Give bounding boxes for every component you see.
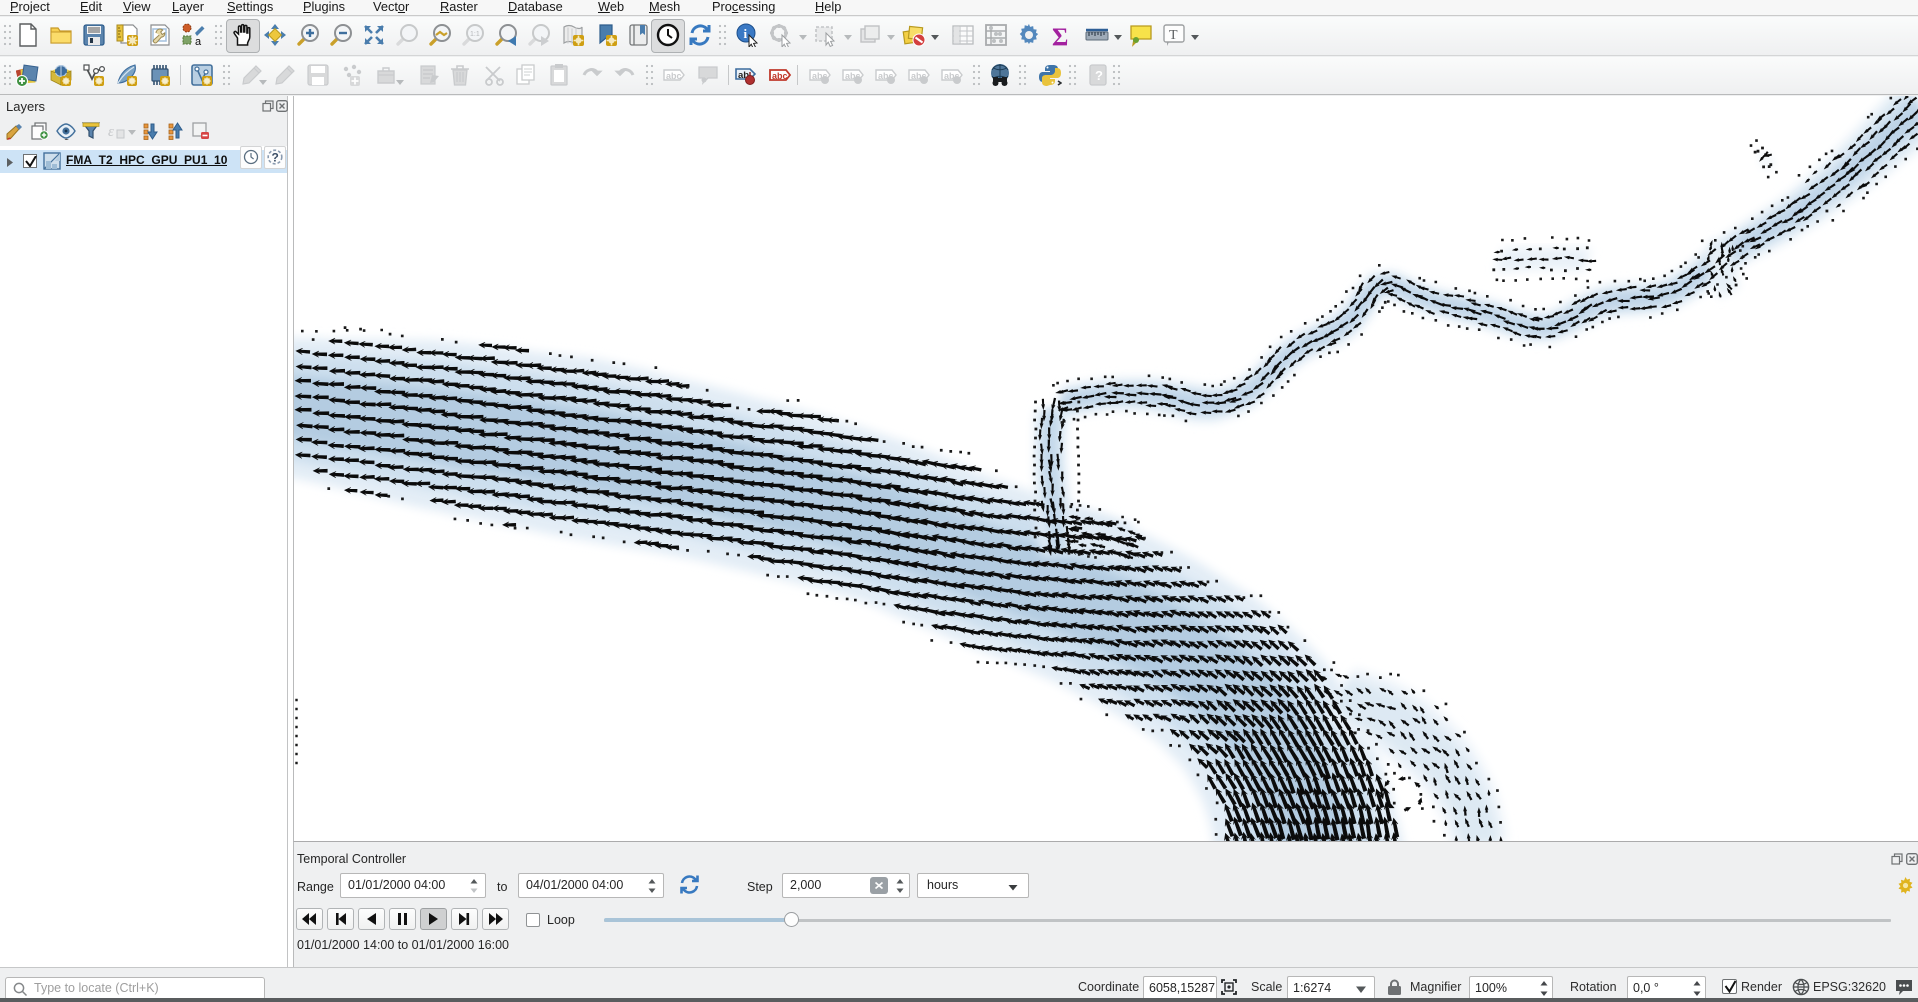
- svg-text:1:1: 1:1: [470, 31, 480, 38]
- svg-text:abc: abc: [772, 71, 788, 81]
- svg-text:?: ?: [1095, 68, 1103, 83]
- svg-text:i: i: [744, 26, 748, 41]
- svg-text:?: ?: [272, 151, 279, 165]
- svg-text:T: T: [1169, 28, 1178, 43]
- svg-text:a: a: [195, 36, 202, 47]
- svg-text:ε: ε: [108, 124, 114, 140]
- svg-text:Σ: Σ: [1052, 24, 1068, 47]
- svg-text:abc: abc: [666, 71, 682, 81]
